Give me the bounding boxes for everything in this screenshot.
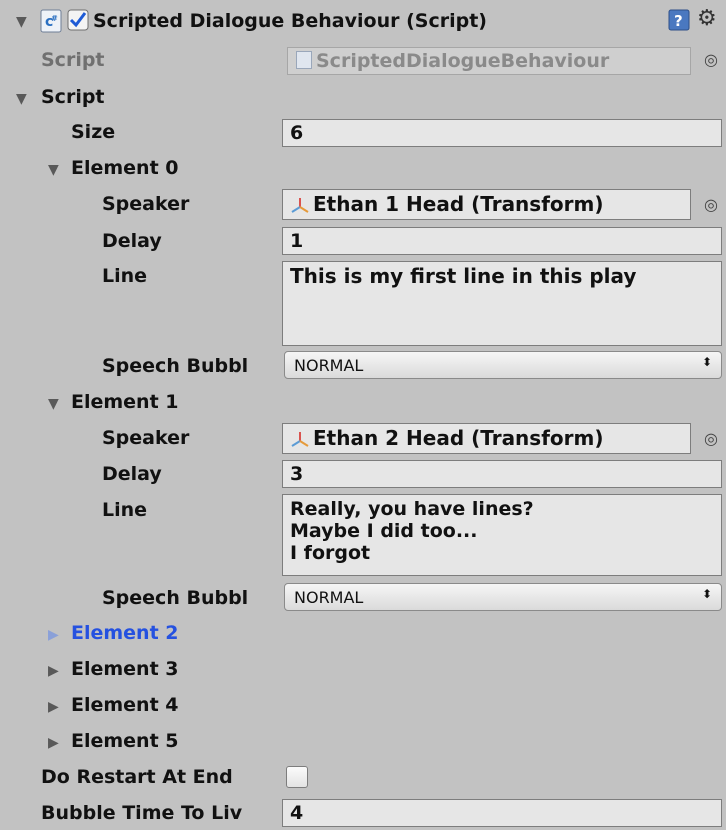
script-field: ScriptedDialogueBehaviour: [287, 47, 691, 75]
element-1-bubble-label: Speech Bubbl: [102, 587, 249, 609]
element-0-line-field[interactable]: This is my first line in this play: [282, 261, 722, 346]
dropdown-arrows-icon: ⬍: [701, 587, 712, 601]
element-5-label[interactable]: Element 5: [71, 730, 179, 752]
element-4-foldout-icon[interactable]: [48, 699, 59, 715]
component-foldout-icon[interactable]: [16, 14, 27, 30]
object-picker-icon[interactable]: ◎: [704, 50, 718, 69]
element-1-bubble-dropdown[interactable]: NORMAL ⬍: [284, 583, 722, 611]
element-1-foldout-icon[interactable]: [48, 396, 59, 412]
element-1-speaker-field[interactable]: Ethan 2 Head (Transform): [282, 423, 691, 454]
element-0-delay-field[interactable]: 1: [282, 227, 722, 255]
component-title: Scripted Dialogue Behaviour (Script): [93, 10, 487, 32]
element-2-foldout-icon[interactable]: [48, 627, 59, 643]
size-label: Size: [71, 121, 116, 143]
element-1-delay-label: Delay: [102, 463, 162, 485]
element-0-delay-label: Delay: [102, 230, 162, 252]
element-1-line-label: Line: [102, 499, 148, 521]
element-0-bubble-value: NORMAL: [294, 356, 364, 375]
element-2-label[interactable]: Element 2: [71, 622, 179, 644]
component-enabled-checkbox[interactable]: [67, 9, 89, 31]
script-icon: c #: [40, 9, 62, 33]
element-1-speaker-label: Speaker: [102, 427, 190, 449]
element-0-bubble-dropdown[interactable]: NORMAL ⬍: [284, 351, 722, 379]
gear-icon[interactable]: ⚙: [697, 6, 717, 31]
element-1-speaker-picker-icon[interactable]: ◎: [704, 429, 718, 448]
bubble-time-field[interactable]: 4: [282, 799, 722, 827]
script-field-label: Script: [41, 49, 105, 71]
element-0-foldout-icon[interactable]: [48, 162, 59, 178]
element-0-speaker-label: Speaker: [102, 193, 190, 215]
element-0-label[interactable]: Element 0: [71, 157, 179, 179]
element-0-speaker-value: Ethan 1 Head (Transform): [313, 192, 604, 216]
help-icon[interactable]: ?: [668, 9, 690, 31]
element-0-bubble-label: Speech Bubbl: [102, 355, 249, 377]
transform-icon: [291, 198, 309, 213]
svg-text:?: ?: [674, 12, 683, 30]
restart-label: Do Restart At End: [41, 766, 233, 788]
dropdown-arrows-icon: ⬍: [701, 355, 712, 369]
element-1-line-field[interactable]: Really, you have lines? Maybe I did too.…: [282, 494, 722, 576]
element-0-speaker-picker-icon[interactable]: ◎: [704, 195, 718, 214]
restart-checkbox[interactable]: [286, 766, 308, 788]
element-0-speaker-field[interactable]: Ethan 1 Head (Transform): [282, 189, 691, 220]
svg-text:#: #: [51, 14, 58, 23]
element-5-foldout-icon[interactable]: [48, 735, 59, 751]
script-field-value: ScriptedDialogueBehaviour: [316, 50, 610, 72]
script-list-label: Script: [41, 86, 105, 108]
element-3-label[interactable]: Element 3: [71, 658, 179, 680]
element-4-label[interactable]: Element 4: [71, 694, 179, 716]
script-foldout-icon[interactable]: [16, 91, 27, 107]
element-1-delay-field[interactable]: 3: [282, 460, 722, 488]
element-1-label[interactable]: Element 1: [71, 391, 179, 413]
size-field[interactable]: 6: [282, 119, 722, 147]
transform-icon: [291, 432, 309, 447]
bubble-time-label: Bubble Time To Liv: [41, 802, 243, 824]
element-1-speaker-value: Ethan 2 Head (Transform): [313, 426, 604, 450]
element-0-line-label: Line: [102, 265, 148, 287]
element-3-foldout-icon[interactable]: [48, 663, 59, 679]
script-asset-icon: [296, 51, 312, 69]
element-1-bubble-value: NORMAL: [294, 588, 364, 607]
